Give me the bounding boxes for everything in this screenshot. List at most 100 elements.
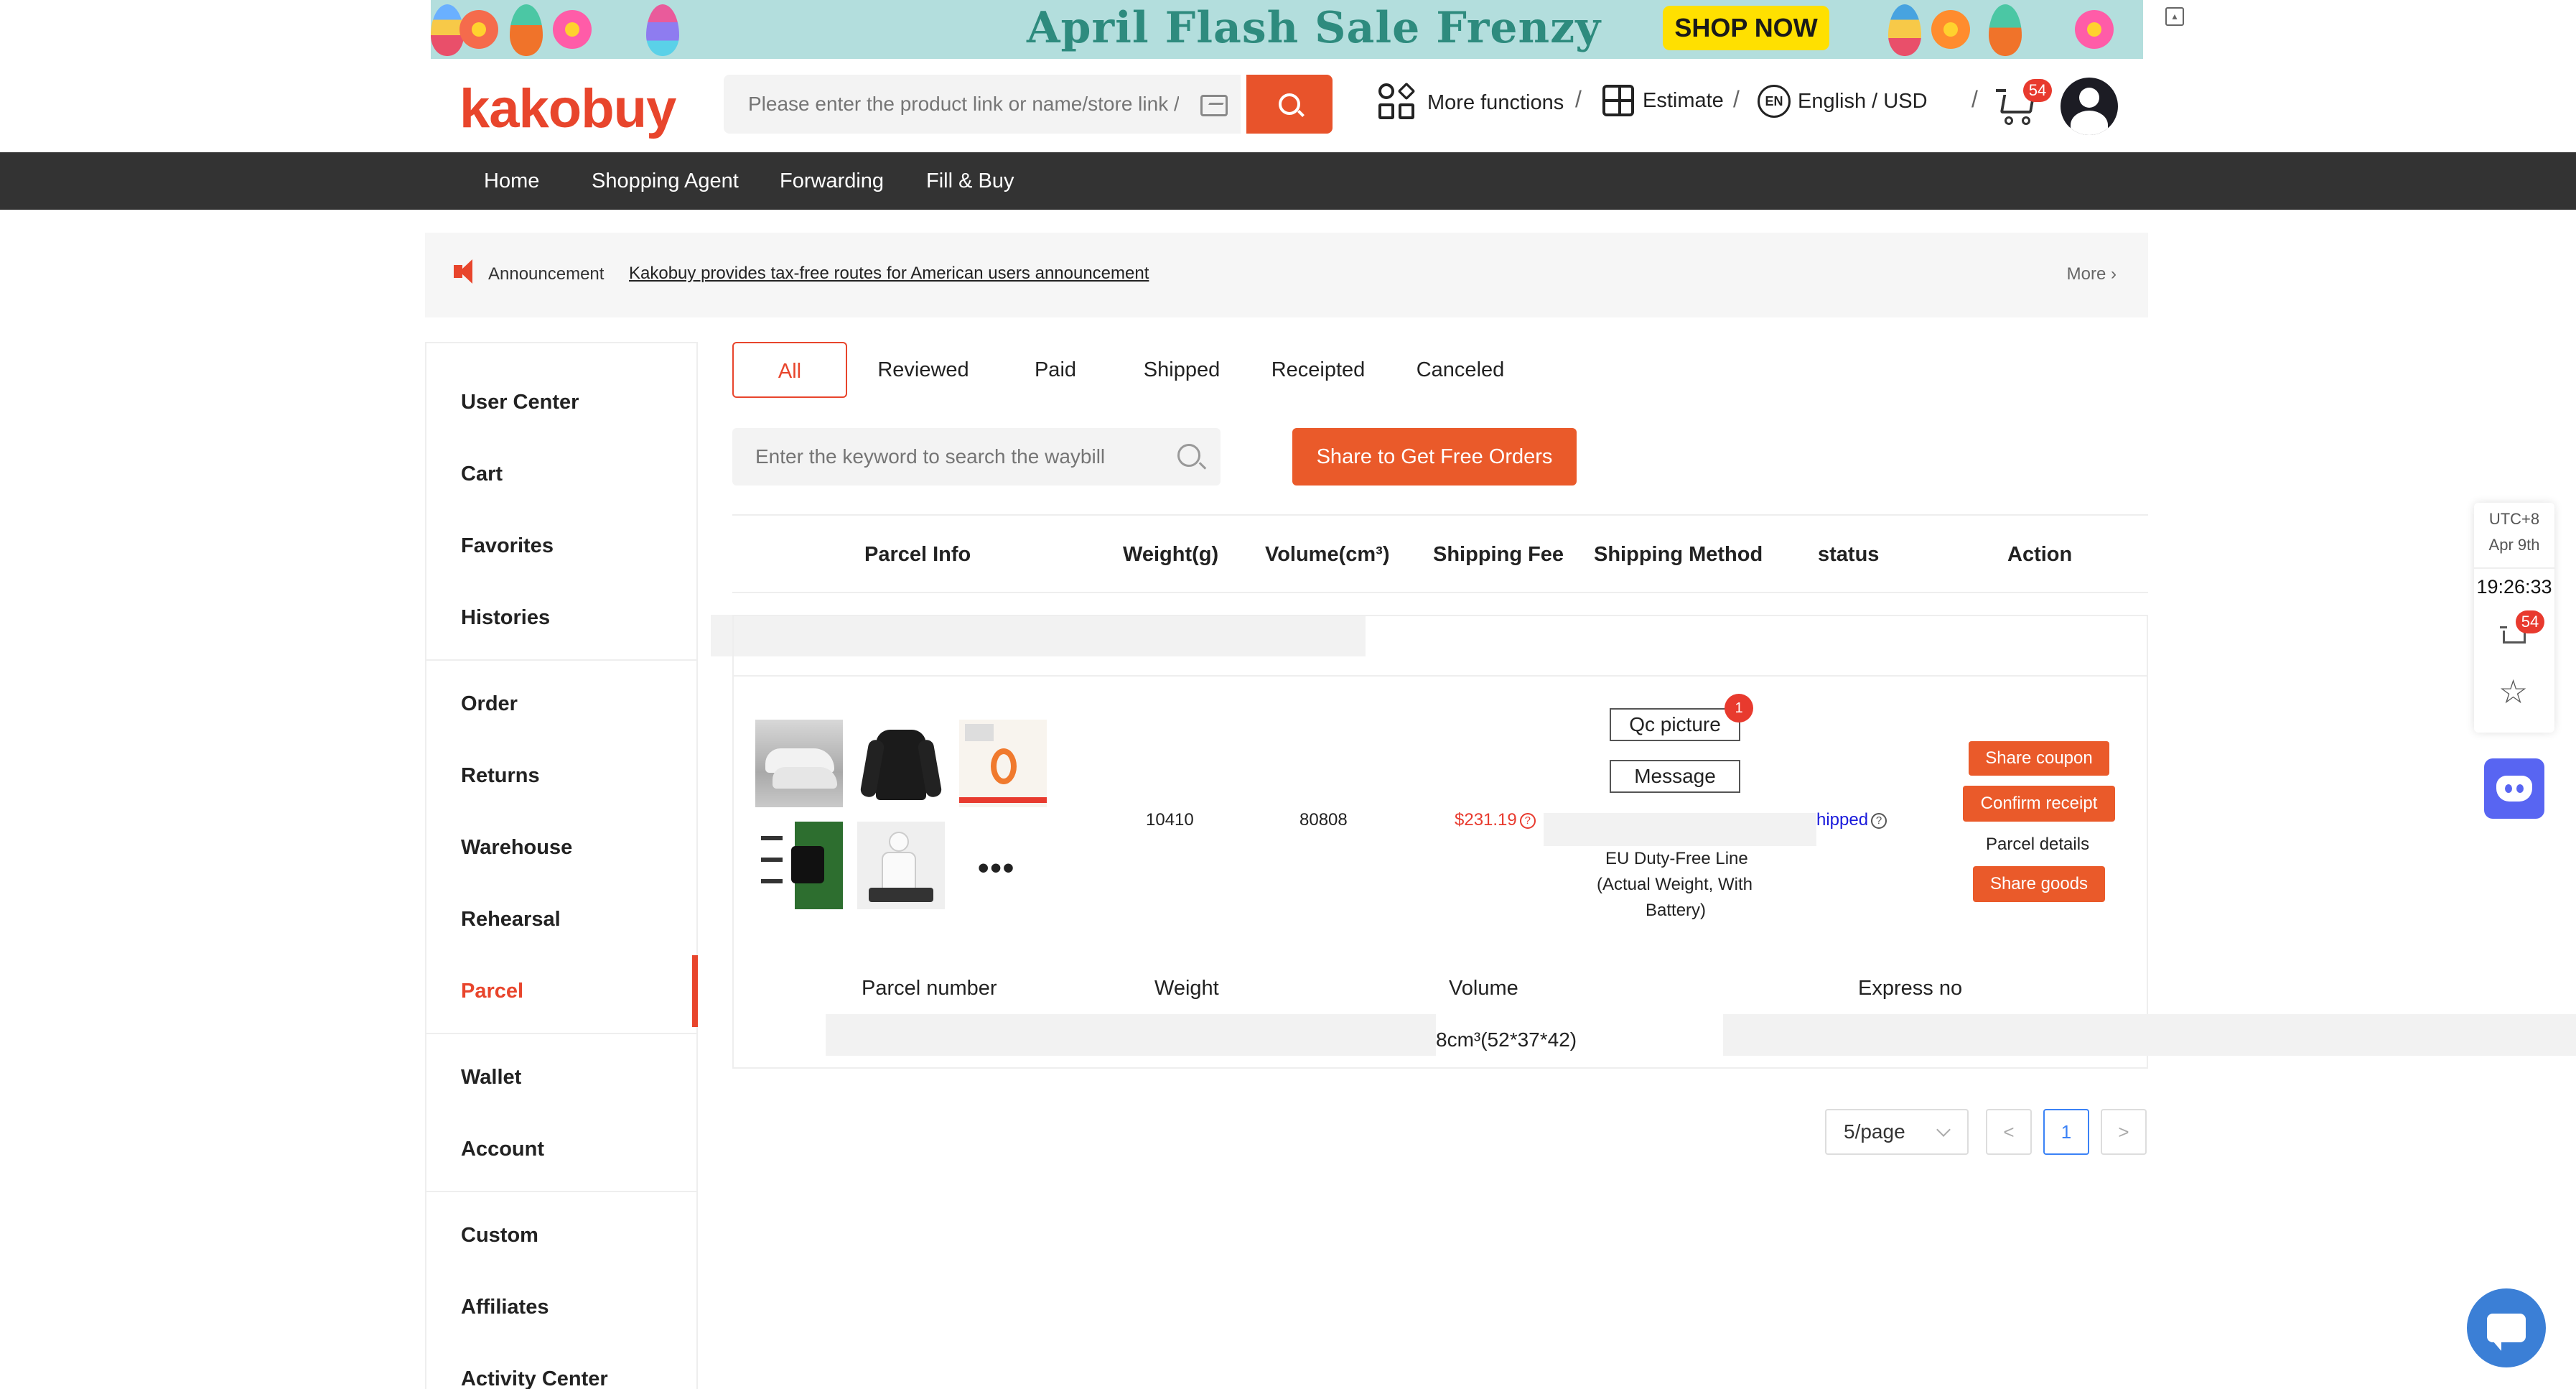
col-status: status bbox=[1818, 543, 1880, 566]
product-thumbnail-sneaker[interactable] bbox=[755, 720, 843, 807]
discord-icon[interactable] bbox=[2484, 758, 2544, 819]
language-icon: EN bbox=[1758, 85, 1791, 118]
sidebar-item-activity-center[interactable]: Activity Center bbox=[461, 1367, 608, 1389]
sub-col-express-no: Express no bbox=[1858, 977, 1963, 1000]
sidebar-item-parcel[interactable]: Parcel bbox=[461, 980, 523, 1003]
chevron-down-icon bbox=[1936, 1123, 1951, 1137]
site-header: kakobuy More functions / Estimate / EN E… bbox=[0, 59, 2576, 152]
estimate-label: Estimate bbox=[1643, 88, 1724, 112]
product-thumbnail-figure[interactable] bbox=[857, 822, 945, 909]
qc-picture-button[interactable]: Qc picture bbox=[1610, 708, 1740, 741]
help-circle-icon[interactable]: ? bbox=[1871, 812, 1887, 829]
tab-receipted[interactable]: Receipted bbox=[1268, 342, 1368, 398]
sidebar-item-user-center[interactable]: User Center bbox=[461, 391, 579, 414]
flower-decoration bbox=[553, 10, 592, 49]
language-currency-selector[interactable]: EN English / USD bbox=[1758, 85, 1928, 118]
search-icon[interactable] bbox=[1177, 444, 1200, 467]
confirm-receipt-button[interactable]: Confirm receipt bbox=[1963, 786, 2115, 822]
product-thumbnail-device[interactable] bbox=[755, 822, 843, 909]
col-shipping-fee: Shipping Fee bbox=[1433, 543, 1564, 566]
kakobuy-logo[interactable]: kakobuy bbox=[459, 78, 676, 140]
share-goods-button[interactable]: Share goods bbox=[1973, 866, 2105, 902]
page-1-button[interactable]: 1 bbox=[2043, 1109, 2089, 1155]
sidebar-item-histories[interactable]: Histories bbox=[461, 606, 550, 630]
sidebar-item-order[interactable]: Order bbox=[461, 692, 518, 716]
col-parcel-info: Parcel Info bbox=[864, 543, 971, 566]
next-page-button[interactable]: > bbox=[2101, 1109, 2147, 1155]
tab-shipped[interactable]: Shipped bbox=[1139, 342, 1225, 398]
prev-page-button[interactable]: < bbox=[1986, 1109, 2032, 1155]
sidebar-item-custom[interactable]: Custom bbox=[461, 1224, 538, 1248]
waybill-search bbox=[732, 428, 1221, 486]
sidebar-divider bbox=[426, 1033, 696, 1034]
share-coupon-button[interactable]: Share coupon bbox=[1969, 741, 2109, 776]
tab-paid[interactable]: Paid bbox=[1019, 342, 1091, 398]
more-thumbnails-icon[interactable]: ••• bbox=[978, 850, 1015, 886]
product-search bbox=[724, 75, 1241, 134]
language-currency-label: English / USD bbox=[1798, 89, 1928, 113]
more-functions-button[interactable]: More functions bbox=[1378, 82, 1564, 122]
collapse-banner-icon[interactable]: ▴ bbox=[2165, 7, 2184, 26]
sidebar-item-warehouse[interactable]: Warehouse bbox=[461, 836, 572, 860]
sidebar-item-affiliates[interactable]: Affiliates bbox=[461, 1296, 549, 1319]
message-button[interactable]: Message bbox=[1610, 760, 1740, 793]
parcel-details-link[interactable]: Parcel details bbox=[1986, 835, 2089, 855]
promo-banner-image[interactable]: April Flash Sale Frenzy SHOP NOW bbox=[431, 0, 2143, 59]
sidebar-active-indicator bbox=[692, 955, 698, 1027]
sub-col-volume: Volume bbox=[1449, 977, 1518, 1000]
shipping-method-line3: Battery) bbox=[1646, 901, 1707, 920]
express-no-redacted bbox=[1723, 1014, 2576, 1056]
table-divider bbox=[732, 514, 2148, 516]
share-free-orders-button[interactable]: Share to Get Free Orders bbox=[1292, 428, 1577, 486]
announcement-bar: Announcement Kakobuy provides tax-free r… bbox=[425, 233, 2148, 317]
banner-title: April Flash Sale Frenzy bbox=[1027, 3, 1602, 53]
user-avatar[interactable] bbox=[2061, 78, 2118, 135]
nav-forwarding[interactable]: Forwarding bbox=[780, 152, 884, 210]
sidebar-item-favorites[interactable]: Favorites bbox=[461, 534, 554, 558]
sidebar-item-rehearsal[interactable]: Rehearsal bbox=[461, 908, 561, 932]
tab-canceled[interactable]: Canceled bbox=[1411, 342, 1509, 398]
waybill-search-input[interactable] bbox=[755, 428, 1157, 486]
page-size-select[interactable]: 5/page bbox=[1825, 1109, 1969, 1155]
sidebar-item-wallet[interactable]: Wallet bbox=[461, 1066, 521, 1090]
tracking-redacted bbox=[1544, 813, 1816, 846]
flower-decoration bbox=[2075, 10, 2114, 49]
easter-egg-decoration bbox=[510, 4, 543, 56]
help-circle-icon[interactable]: ? bbox=[1519, 812, 1536, 829]
sidebar-item-account[interactable]: Account bbox=[461, 1138, 544, 1161]
sub-volume-value: 8cm³(52*37*42) bbox=[1436, 1028, 1577, 1051]
star-icon[interactable]: ☆ bbox=[2498, 675, 2528, 708]
header-separator: / bbox=[1575, 86, 1582, 112]
nav-shopping-agent[interactable]: Shopping Agent bbox=[592, 152, 739, 210]
col-volume: Volume(cm³) bbox=[1265, 543, 1390, 566]
parcel-number-redacted bbox=[826, 1014, 1436, 1056]
tab-reviewed[interactable]: Reviewed bbox=[873, 342, 974, 398]
sidebar-item-cart[interactable]: Cart bbox=[461, 463, 503, 486]
sidebar-item-returns[interactable]: Returns bbox=[461, 764, 540, 788]
product-thumbnail-jacket[interactable] bbox=[857, 720, 945, 807]
search-button[interactable] bbox=[1246, 75, 1333, 134]
image-search-icon[interactable] bbox=[1200, 95, 1228, 116]
apps-grid-icon bbox=[1378, 82, 1417, 122]
flower-decoration bbox=[459, 10, 498, 49]
shop-now-button[interactable]: SHOP NOW bbox=[1663, 6, 1829, 50]
status-value[interactable]: hipped bbox=[1816, 810, 1868, 830]
product-search-input[interactable] bbox=[748, 75, 1179, 134]
timezone-label: UTC+8 bbox=[2488, 510, 2540, 528]
flower-decoration bbox=[1931, 10, 1970, 49]
header-separator: / bbox=[1971, 86, 1978, 112]
shipping-fee-value: $231.19 bbox=[1455, 810, 1517, 830]
sidebar-divider bbox=[426, 1191, 696, 1192]
shipping-method-line1: EU Duty-Free Line bbox=[1605, 849, 1748, 868]
nav-fill-and-buy[interactable]: Fill & Buy bbox=[926, 152, 1014, 210]
announcement-label: Announcement bbox=[488, 264, 605, 284]
promo-banner[interactable]: April Flash Sale Frenzy SHOP NOW ▴ bbox=[0, 0, 2576, 59]
estimate-button[interactable]: Estimate bbox=[1602, 85, 1724, 116]
chat-icon[interactable] bbox=[2467, 1288, 2546, 1367]
cell-weight: 10410 bbox=[1146, 810, 1194, 830]
announcement-link[interactable]: Kakobuy provides tax-free routes for Ame… bbox=[629, 264, 1149, 284]
announcement-more-link[interactable]: More › bbox=[2067, 264, 2117, 284]
product-thumbnail-poster[interactable] bbox=[959, 720, 1047, 807]
nav-home[interactable]: Home bbox=[484, 152, 539, 210]
tab-all[interactable]: All bbox=[732, 342, 847, 398]
